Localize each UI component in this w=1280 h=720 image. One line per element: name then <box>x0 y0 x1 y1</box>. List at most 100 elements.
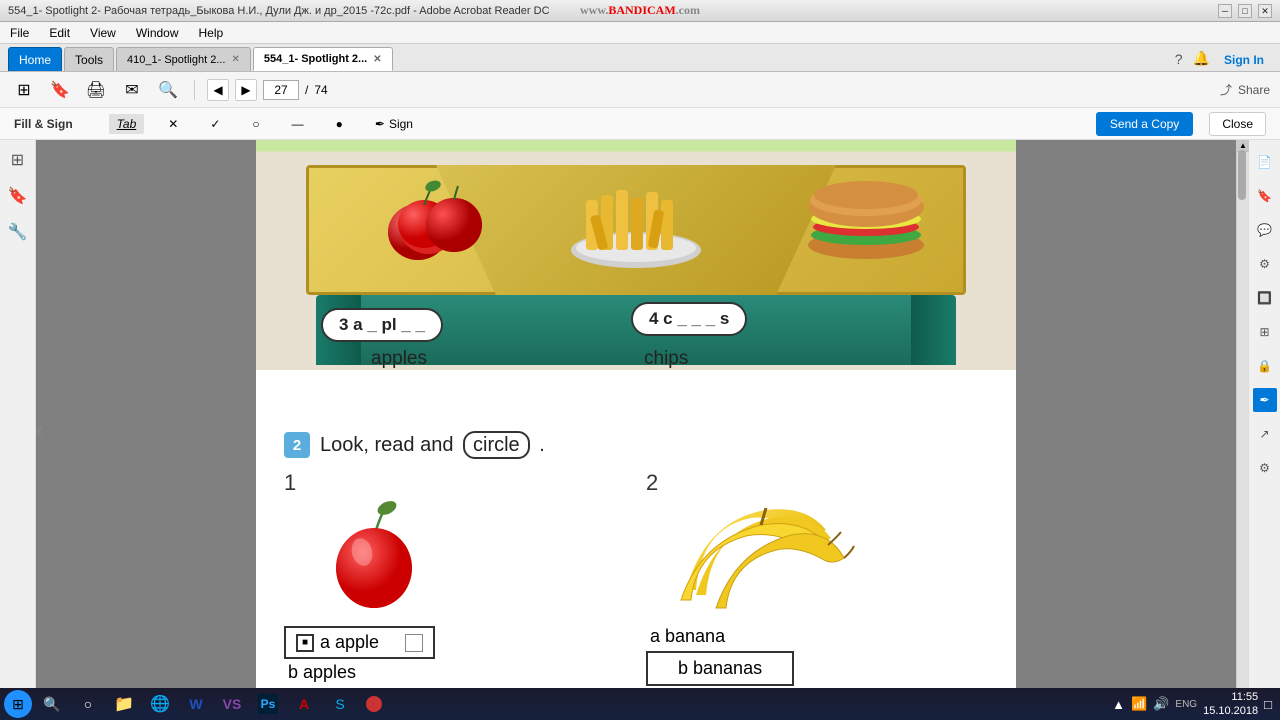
page-input[interactable] <box>263 80 299 100</box>
prev-page-arrow[interactable]: ‹ <box>36 417 43 443</box>
tool-cross[interactable]: ✕ <box>160 114 186 134</box>
fill-sign-bar: Fill & Sign Tab ✕ ✓ ○ — ● ✒ Sign Send a … <box>0 108 1280 140</box>
bandicam-watermark: www.BANDICAM.com <box>580 3 700 18</box>
right-icon-stamp[interactable]: 🔲 <box>1253 286 1277 310</box>
taskbar-vs[interactable]: VS <box>216 691 248 717</box>
bookmark-btn[interactable]: 🔖 <box>46 76 74 104</box>
item-1-option-b[interactable]: b apples <box>288 662 356 683</box>
tray-lang[interactable]: ENG <box>1175 699 1197 710</box>
share-label[interactable]: Share <box>1238 83 1270 97</box>
item-1-option-b-label: b apples <box>288 662 356 682</box>
taskbar-more2[interactable] <box>360 691 388 717</box>
tool-dot[interactable]: ● <box>328 114 351 134</box>
tool-circle[interactable]: ○ <box>244 114 267 134</box>
menu-file[interactable]: File <box>6 24 33 42</box>
right-icon-calculator[interactable]: ⊞ <box>1253 320 1277 344</box>
item-1-checkbox-a[interactable]: ■ <box>296 634 314 652</box>
taskbar-tray: ▲ 📶 🔊 ENG 11:55 15.10.2018 □ <box>1112 690 1276 719</box>
right-icon-settings[interactable]: ⚙ <box>1253 456 1277 480</box>
tray-notifications[interactable]: □ <box>1264 697 1272 712</box>
tab-doc2[interactable]: 554_1- Spotlight 2... ✕ <box>253 47 393 71</box>
menu-view[interactable]: View <box>86 24 120 42</box>
tool-dash[interactable]: — <box>284 114 312 134</box>
close-fill-sign-btn[interactable]: Close <box>1209 112 1266 136</box>
exercise-row: 1 <box>284 470 988 686</box>
answer-chips: chips <box>644 348 688 370</box>
title-bar: 554_1- Spotlight 2- Рабочая тетрадь_Быко… <box>0 0 1280 22</box>
taskbar-explorer[interactable]: 📁 <box>108 691 140 717</box>
email-btn[interactable]: ✉ <box>118 76 146 104</box>
notify-icon[interactable]: 🔔 <box>1189 46 1214 71</box>
tray-arrow[interactable]: ▲ <box>1112 697 1125 712</box>
item-2-option-b[interactable]: b bananas <box>646 651 794 686</box>
taskbar-cortana[interactable]: ○ <box>72 691 104 717</box>
tab-doc1-close[interactable]: ✕ <box>232 54 240 65</box>
item-1-option-a[interactable]: ■ a apple <box>284 626 435 659</box>
puzzle-box-4: 4 c _ _ _ s <box>631 302 747 336</box>
apple-item-svg <box>324 500 424 615</box>
search-btn[interactable]: 🔍 <box>154 76 182 104</box>
left-sidebar: ⊞ 🔖 🔧 <box>0 140 36 720</box>
item-1-option-a-label: a apple <box>320 632 379 653</box>
taskbar-acrobat[interactable]: A <box>288 691 320 717</box>
menu-edit[interactable]: Edit <box>45 24 74 42</box>
banana-item-svg <box>666 500 856 615</box>
right-icon-tools2[interactable]: ⚙ <box>1253 252 1277 276</box>
item-2-option-b-label: b bananas <box>678 658 762 679</box>
taskbar-more1[interactable]: S <box>324 691 356 717</box>
item-1-checkbox-empty[interactable] <box>405 634 423 652</box>
tab-doc1[interactable]: 410_1- Spotlight 2... ✕ <box>116 47 251 71</box>
tab-home[interactable]: Home <box>8 47 62 71</box>
title-text: 554_1- Spotlight 2- Рабочая тетрадь_Быко… <box>8 5 550 17</box>
item-2-number: 2 <box>646 470 658 496</box>
search-taskbar-icon: 🔍 <box>42 694 62 714</box>
share-icon: ⤴ <box>1220 81 1232 98</box>
taskbar-word[interactable]: W <box>180 691 212 717</box>
help-icon[interactable]: ? <box>1171 47 1187 71</box>
right-icon-bookmarks[interactable]: 🔖 <box>1253 184 1277 208</box>
scroll-thumb[interactable] <box>1238 150 1246 200</box>
print-btn[interactable]: 🖨 <box>82 76 110 104</box>
tray-network[interactable]: 📶 <box>1131 696 1147 712</box>
cortana-icon: ○ <box>78 694 98 714</box>
skype-icon: S <box>330 694 350 714</box>
tool-sign[interactable]: ✒ Sign <box>367 114 421 134</box>
pages-panel-btn[interactable]: ⊞ <box>10 76 38 104</box>
red-icon <box>366 696 382 712</box>
taskbar-chrome[interactable]: 🌐 <box>144 691 176 717</box>
maximize-btn[interactable]: □ <box>1238 4 1252 18</box>
menu-help[interactable]: Help <box>195 24 228 42</box>
tray-volume[interactable]: 🔊 <box>1153 696 1169 712</box>
start-button[interactable]: ⊞ <box>4 690 32 718</box>
sign-label: Sign <box>389 117 413 131</box>
menu-bar: File Edit View Window Help <box>0 22 1280 44</box>
right-icon-pen[interactable]: ✒ <box>1253 388 1277 412</box>
tab-tools[interactable]: Tools <box>64 47 114 71</box>
item-2-option-a[interactable]: a banana <box>650 626 725 647</box>
minimize-btn[interactable]: ─ <box>1218 4 1232 18</box>
taskbar-photoshop[interactable]: Ps <box>252 691 284 717</box>
scrollbar[interactable]: ▲ ▼ <box>1236 140 1248 720</box>
menu-window[interactable]: Window <box>132 24 183 42</box>
bookmark-sidebar-icon[interactable]: 🔖 <box>6 184 30 208</box>
tab-doc2-close[interactable]: ✕ <box>373 54 381 65</box>
right-icon-lock[interactable]: 🔒 <box>1253 354 1277 378</box>
close-btn[interactable]: ✕ <box>1258 4 1272 18</box>
signin-btn[interactable]: Sign In <box>1216 49 1272 71</box>
right-icon-pages[interactable]: 📄 <box>1253 150 1277 174</box>
send-copy-btn[interactable]: Send a Copy <box>1096 112 1193 136</box>
right-icon-comments[interactable]: 💬 <box>1253 218 1277 242</box>
taskbar-search[interactable]: 🔍 <box>36 691 68 717</box>
right-icon-cursor[interactable]: ↗ <box>1253 422 1277 446</box>
prev-page-btn[interactable]: ◀ <box>207 79 229 101</box>
tools-sidebar-icon[interactable]: 🔧 <box>6 220 30 244</box>
next-page-btn[interactable]: ▶ <box>235 79 257 101</box>
exercise-item-2: 2 <box>646 470 988 686</box>
right-sidebar: 📄 🔖 💬 ⚙ 🔲 ⊞ 🔒 ✒ ↗ ⚙ <box>1248 140 1280 720</box>
window-controls[interactable]: ─ □ ✕ <box>1218 4 1272 18</box>
tray-clock[interactable]: 11:55 15.10.2018 <box>1203 690 1258 719</box>
thumbnail-icon[interactable]: ⊞ <box>6 148 30 172</box>
tool-check[interactable]: ✓ <box>202 114 228 134</box>
tool-tab[interactable]: Tab <box>109 114 145 134</box>
tab-doc2-label: 554_1- Spotlight 2... <box>264 53 367 65</box>
